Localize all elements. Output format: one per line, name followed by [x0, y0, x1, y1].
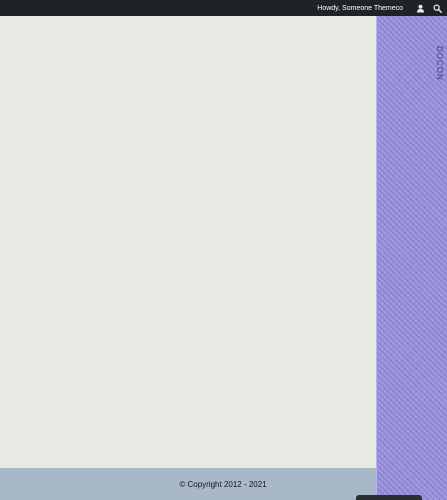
- user-icon[interactable]: [414, 2, 426, 14]
- side-panel-vertical-label: DOCON: [435, 46, 444, 81]
- side-panel-label-wrap: DOCON: [409, 18, 444, 81]
- bottom-toolbar-tab[interactable]: [356, 495, 422, 500]
- search-icon[interactable]: [431, 2, 443, 14]
- site-footer: © Copyright 2012 - 2021: [0, 468, 376, 500]
- copyright-text: © Copyright 2012 - 2021: [179, 479, 267, 489]
- main-content-area: [0, 16, 376, 468]
- side-panel: DOCON: [376, 16, 447, 500]
- admin-bar: Howdy, Someone Themeco: [0, 0, 447, 16]
- account-greeting-link[interactable]: Howdy, Someone Themeco: [317, 5, 403, 12]
